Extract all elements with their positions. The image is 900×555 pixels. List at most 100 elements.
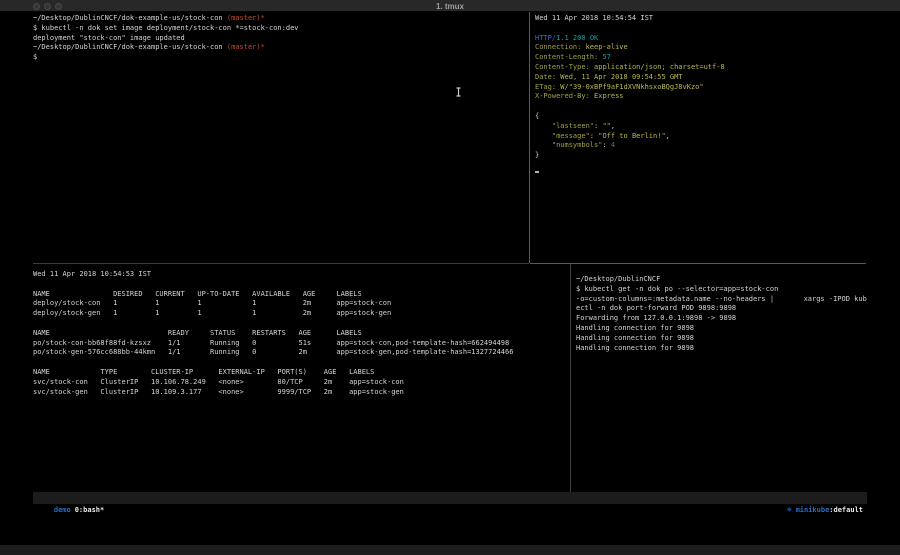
terminal-text: Handling connection for 9898 (576, 334, 694, 342)
pane-bottom-left-kubectl-resources[interactable]: Wed 11 Apr 2018 10:54:53 IST NAME DESIRE… (33, 270, 568, 397)
pane-top-right-http-response[interactable]: Wed 11 Apr 2018 10:54:54 IST HTTP/1.1 20… (535, 14, 867, 181)
kubernetes-icon: ☸ (787, 506, 795, 514)
terminal-text: ~/Desktop/DublinCNCF/dok-example-us/stoc… (33, 14, 227, 22)
status-right: ☸ minikube:default (762, 492, 863, 528)
terminal-line: svc/stock-gen ClusterIP 10.109.3.177 <no… (33, 388, 568, 398)
terminal-text: (master)* (227, 43, 265, 51)
terminal-text: svc/stock-gen ClusterIP 10.109.3.177 <no… (33, 388, 404, 396)
terminal-cursor (535, 171, 539, 174)
tmux-status-bar: demo0:bash* ☸ minikube:default (33, 492, 867, 504)
terminal-line: Forwarding from 127.0.0.1:9898 -> 9898 (576, 314, 868, 324)
terminal-line: NAME DESIRED CURRENT UP-TO-DATE AVAILABL… (33, 290, 568, 300)
terminal-line: ETag: W/"39-0xBPf9aF1dXVNkhsxoBQgJ8vKzo" (535, 83, 867, 93)
terminal-line: $ kubectl -n dok set image deployment/st… (33, 24, 527, 34)
terminal-line: -o=custom-columns=:metadata.name --no-he… (576, 295, 868, 305)
terminal-text: NAME TYPE CLUSTER-IP EXTERNAL-IP PORT(S)… (33, 368, 374, 376)
terminal-text: Date: (535, 73, 560, 81)
window-titlebar: 1. tmux (0, 0, 900, 12)
terminal-line: ~/Desktop/DublinCNCF/dok-example-us/stoc… (33, 14, 527, 24)
session-name: demo (54, 506, 71, 514)
terminal-line (535, 102, 867, 112)
terminal-line: po/stock-con-bb68f88fd-kzsxz 1/1 Running… (33, 339, 568, 349)
terminal-text (535, 141, 552, 149)
terminal-text: NAME READY STATUS RESTARTS AGE LABELS (33, 329, 362, 337)
terminal-line: ectl -n dok port-forward POD 9898:9898 (576, 304, 868, 314)
terminal-text: $ kubectl -n dok set image deployment/st… (33, 24, 299, 32)
terminal-line: "numsymbols": 4 (535, 141, 867, 151)
terminal-text: keep-alive (586, 43, 628, 51)
terminal-text: "numsymbols" (552, 141, 603, 149)
terminal-line (535, 161, 867, 171)
terminal-line: ~/Desktop/DublinCNCF (576, 275, 868, 285)
pane-border-horizontal-right-active[interactable] (530, 263, 866, 264)
terminal-text: Wed, 11 Apr 2018 09:54:55 GMT (560, 73, 682, 81)
terminal-text: deploy/stock-gen 1 1 1 1 2m app=stock-ge… (33, 309, 391, 317)
pane-border-vertical-top[interactable] (529, 12, 530, 263)
window-tab[interactable]: 0:bash* (75, 506, 105, 514)
pane-border-horizontal-left[interactable] (33, 263, 529, 264)
text-cursor-pointer-icon (455, 87, 462, 97)
terminal-line (33, 319, 568, 329)
terminal-text: Forwarding from 127.0.0.1:9898 -> 9898 (576, 314, 736, 322)
terminal-text: svc/stock-con ClusterIP 10.106.78.249 <n… (33, 378, 404, 386)
terminal-text: : (590, 132, 598, 140)
kube-namespace: :default (829, 506, 863, 514)
terminal-text: $ kubectl get -n dok po --selector=app=s… (576, 285, 778, 293)
terminal-text (535, 122, 552, 130)
terminal-text: 1.1 200 (556, 34, 586, 42)
terminal-line: Content-Type: application/json; charset=… (535, 63, 867, 73)
terminal-text: Handling connection for 9898 (576, 324, 694, 332)
terminal-text: Wed 11 Apr 2018 10:54:53 IST (33, 270, 151, 278)
terminal-line: deployment "stock-con" image updated (33, 34, 527, 44)
terminal-line: NAME TYPE CLUSTER-IP EXTERNAL-IP PORT(S)… (33, 368, 568, 378)
pane-border-vertical-bottom[interactable] (570, 264, 571, 492)
terminal-text: NAME DESIRED CURRENT UP-TO-DATE AVAILABL… (33, 290, 362, 298)
terminal-text: ectl -n dok port-forward POD 9898:9898 (576, 304, 736, 312)
terminal-text: X-Powered-By: (535, 92, 594, 100)
terminal-line: deploy/stock-gen 1 1 1 1 2m app=stock-ge… (33, 309, 568, 319)
terminal-text: Content-Length: (535, 53, 602, 61)
terminal-text: po/stock-gen-576cc688bb-44kmn 1/1 Runnin… (33, 348, 513, 356)
terminal-text: ~/Desktop/DublinCNCF (576, 275, 660, 283)
terminal-text: deployment "stock-con" image updated (33, 34, 185, 42)
terminal-line (33, 280, 568, 290)
pane-top-left-shell[interactable]: ~/Desktop/DublinCNCF/dok-example-us/stoc… (33, 14, 527, 63)
terminal-text: deploy/stock-con 1 1 1 1 2m app=stock-co… (33, 299, 391, 307)
terminal-line: $ kubectl get -n dok po --selector=app=s… (576, 285, 868, 295)
terminal-text: ~/Desktop/DublinCNCF/dok-example-us/stoc… (33, 43, 227, 51)
terminal-line: po/stock-gen-576cc688bb-44kmn 1/1 Runnin… (33, 348, 568, 358)
terminal-line: Connection: keep-alive (535, 43, 867, 53)
terminal-text: $ (33, 53, 37, 61)
terminal-line: { (535, 112, 867, 122)
terminal-text: , (666, 132, 670, 140)
terminal-line: Handling connection for 9898 (576, 334, 868, 344)
terminal-text: W/"39-0xBPf9aF1dXVNkhsxoBQgJ8vKzo" (560, 83, 703, 91)
terminal-line: NAME READY STATUS RESTARTS AGE LABELS (33, 329, 568, 339)
terminal-line: Content-Length: 57 (535, 53, 867, 63)
terminal-line (535, 171, 867, 181)
terminal-text: } (535, 151, 539, 159)
terminal-text: Handling connection for 9898 (576, 344, 694, 352)
terminal-text: HTTP/ (535, 34, 556, 42)
terminal-text: Content-Type: (535, 63, 594, 71)
terminal-line: X-Powered-By: Express (535, 92, 867, 102)
terminal-line: "message": "Off to Berlin!", (535, 132, 867, 142)
terminal-text: Express (594, 92, 624, 100)
pane-bottom-right-port-forward[interactable]: ~/Desktop/DublinCNCF $ kubectl get -n dok… (576, 275, 868, 353)
terminal-text: application/json; charset=utf-8 (594, 63, 725, 71)
terminal-text: , (611, 122, 615, 130)
terminal-line: Wed 11 Apr 2018 10:54:54 IST (535, 14, 867, 24)
terminal-text: "lastseen" (552, 122, 594, 130)
terminal-text: 57 (602, 53, 610, 61)
terminal-text (535, 132, 552, 140)
kube-context: minikube (796, 506, 830, 514)
terminal-line (33, 358, 568, 368)
terminal-line: "lastseen": "", (535, 122, 867, 132)
terminal-line: HTTP/1.1 200 OK (535, 34, 867, 44)
terminal-text: 4 (611, 141, 615, 149)
terminal-text: "" (602, 122, 610, 130)
terminal-line: ~/Desktop/DublinCNCF/dok-example-us/stoc… (33, 43, 527, 53)
terminal-line (535, 24, 867, 34)
terminal-text: Connection: (535, 43, 586, 51)
terminal-line: deploy/stock-con 1 1 1 1 2m app=stock-co… (33, 299, 568, 309)
